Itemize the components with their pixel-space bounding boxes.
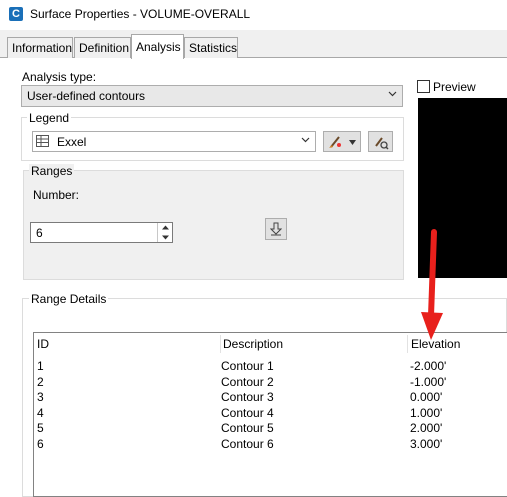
tab-definition[interactable]: Definition [74,37,131,58]
number-stepper-input[interactable]: 6 [30,222,173,243]
brush-magnifier-icon [375,137,389,150]
red-arrow-annotation [421,229,443,340]
tab-statistics[interactable]: Statistics [184,37,238,58]
chevron-down-icon [301,137,310,143]
cell-elevation[interactable]: 2.000' [410,421,442,435]
spin-up-icon[interactable] [158,223,173,232]
cell-elevation[interactable]: -2.000' [410,359,446,373]
preview-label: Preview [433,80,476,94]
cell-elevation[interactable]: -1.000' [410,375,446,389]
tab-information[interactable]: Information [7,37,73,58]
range-details-title: Range Details [29,292,109,306]
table-style-icon [36,135,49,147]
column-divider[interactable] [407,335,408,353]
cell-elevation[interactable]: 1.000' [410,406,442,420]
cell-id[interactable]: 2 [37,375,44,389]
cell-description[interactable]: Contour 4 [221,406,274,420]
preview-checkbox[interactable] [417,80,430,93]
cell-id[interactable]: 4 [37,406,44,420]
civil3d-app-icon: C [9,7,23,21]
cell-elevation[interactable]: 0.000' [410,390,442,404]
number-value: 6 [36,226,43,240]
cell-id[interactable]: 6 [37,437,44,451]
analysis-type-value: User-defined contours [27,89,146,103]
ranges-group-title: Ranges [29,164,75,178]
arrow-down-icon [270,222,282,236]
window-title: Surface Properties - VOLUME-OVERALL [30,7,251,21]
analysis-type-select[interactable]: User-defined contours [21,85,403,107]
legend-select[interactable]: Exxel [32,131,316,152]
cell-description[interactable]: Contour 3 [221,390,274,404]
column-header-description[interactable]: Description [223,337,283,351]
legend-value: Exxel [57,135,87,149]
tab-analysis[interactable]: Analysis [131,34,184,59]
cell-description[interactable]: Contour 6 [221,437,274,451]
column-divider[interactable] [220,335,221,353]
cell-id[interactable]: 1 [37,359,44,373]
paint-brush-icon [329,136,341,148]
cell-id[interactable]: 3 [37,390,44,404]
cell-description[interactable]: Contour 1 [221,359,274,373]
number-spinner [157,223,172,242]
cell-description[interactable]: Contour 2 [221,375,274,389]
edit-style-dropdown-button[interactable] [323,131,361,152]
chevron-down-icon [388,91,397,97]
analysis-type-label: Analysis type: [22,70,97,84]
caret-down-icon [349,140,356,145]
pick-style-button[interactable] [368,131,393,152]
legend-group-title: Legend [27,111,72,125]
number-label: Number: [33,188,80,202]
cell-id[interactable]: 5 [37,421,44,435]
spin-down-icon[interactable] [158,233,173,242]
compute-ranges-button[interactable] [265,218,287,240]
cell-elevation[interactable]: 3.000' [410,437,442,451]
cell-description[interactable]: Contour 5 [221,421,274,435]
column-header-id[interactable]: ID [37,337,49,351]
